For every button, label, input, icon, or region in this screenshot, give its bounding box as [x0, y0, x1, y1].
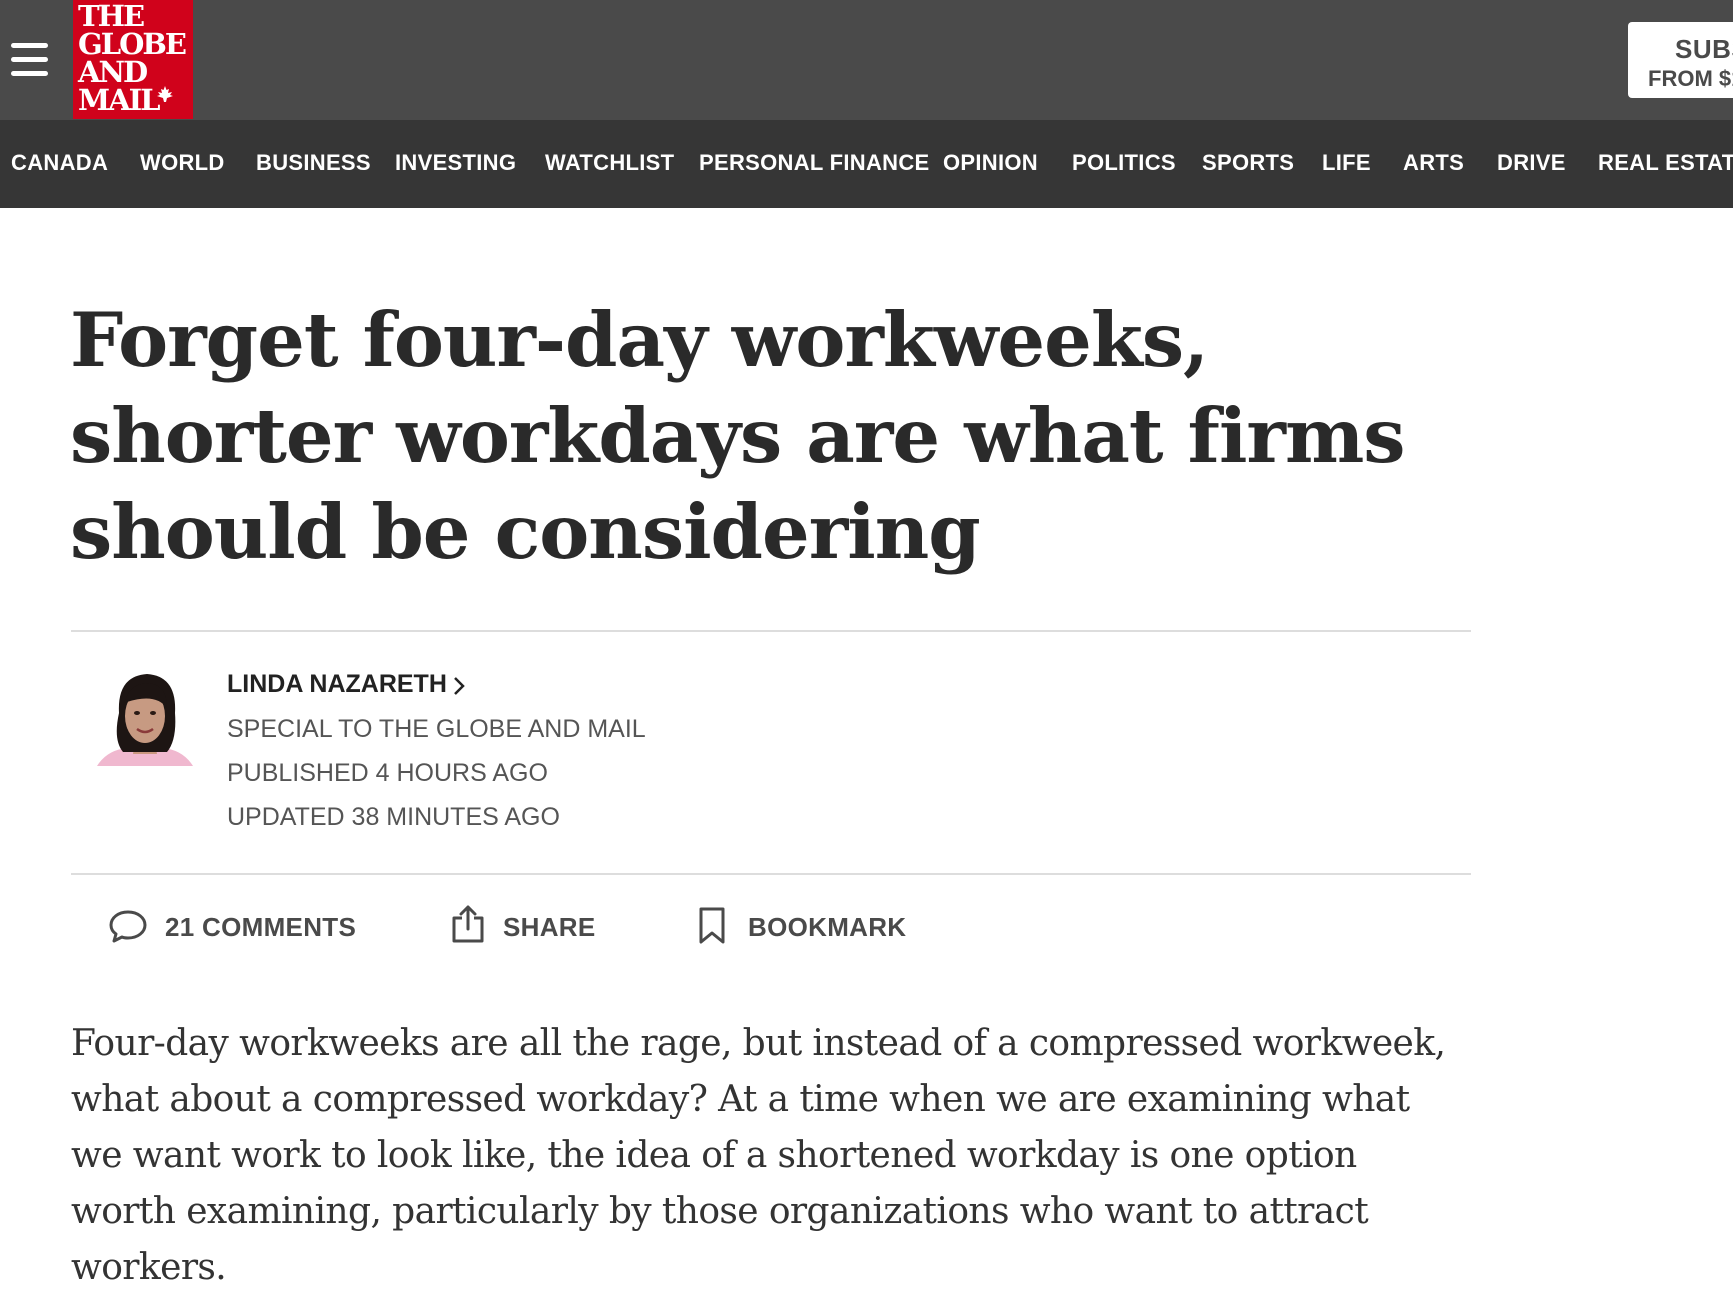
bookmark-label: BOOKMARK — [748, 912, 907, 942]
nav-item-canada[interactable]: CANADA — [11, 150, 108, 176]
author-name-link[interactable]: LINDA NAZARETH — [227, 670, 447, 699]
share-label: SHARE — [503, 912, 596, 942]
chevron-right-icon[interactable] — [452, 675, 466, 697]
nav-item-investing[interactable]: INVESTING — [395, 150, 516, 176]
nav-item-arts[interactable]: ARTS — [1403, 150, 1464, 176]
nav-item-opinion[interactable]: OPINION — [943, 150, 1038, 176]
divider — [71, 630, 1471, 632]
logo-line: THE — [78, 0, 145, 33]
nav-item-watchlist[interactable]: WATCHLIST — [545, 150, 674, 176]
share-icon — [452, 905, 484, 943]
subscribe-label: SUBS — [1675, 34, 1733, 64]
comments-button[interactable]: 21 COMMENTS — [108, 904, 356, 948]
logo-line: GLOBE — [78, 27, 187, 61]
nav-item-politics[interactable]: POLITICS — [1072, 150, 1176, 176]
nav-item-world[interactable]: WORLD — [140, 150, 225, 176]
updated-time: UPDATED 38 MINUTES AGO — [227, 803, 560, 831]
bookmark-icon — [699, 907, 725, 944]
divider — [71, 873, 1471, 875]
nav-item-sports[interactable]: SPORTS — [1202, 150, 1294, 176]
subscribe-price: FROM $1 — [1648, 66, 1733, 91]
logo-line: AND — [78, 55, 148, 89]
menu-icon[interactable] — [11, 43, 49, 77]
section-nav: CANADA WORLD BUSINESS INVESTING WATCHLIS… — [0, 120, 1733, 208]
subscribe-button[interactable]: SUBS FROM $1 — [1628, 22, 1733, 98]
maple-leaf-icon — [157, 86, 173, 102]
share-button[interactable]: SHARE — [450, 904, 600, 948]
article-body-paragraph: Four-day workweeks are all the rage, but… — [71, 1023, 1446, 1288]
nav-item-drive[interactable]: DRIVE — [1497, 150, 1566, 176]
logo-line: MAIL — [78, 83, 161, 117]
published-time: PUBLISHED 4 HOURS AGO — [227, 759, 548, 787]
nav-item-real-estate[interactable]: REAL ESTATE — [1598, 150, 1733, 176]
comment-icon — [109, 910, 147, 943]
comments-label: 21 COMMENTS — [165, 912, 357, 942]
author-avatar[interactable] — [97, 668, 193, 766]
top-bar: THE GLOBE AND MAIL SUBS FROM $1 — [0, 0, 1733, 120]
bookmark-button[interactable]: BOOKMARK — [697, 904, 906, 948]
nav-item-business[interactable]: BUSINESS — [256, 150, 371, 176]
site-logo[interactable]: THE GLOBE AND MAIL — [73, 0, 193, 119]
nav-item-life[interactable]: LIFE — [1322, 150, 1371, 176]
author-affiliation: SPECIAL TO THE GLOBE AND MAIL — [227, 715, 646, 743]
nav-item-personal-finance[interactable]: PERSONAL FINANCE — [699, 150, 930, 176]
article-headline: Forget four-day workweeks, shorter workd… — [70, 296, 1406, 576]
